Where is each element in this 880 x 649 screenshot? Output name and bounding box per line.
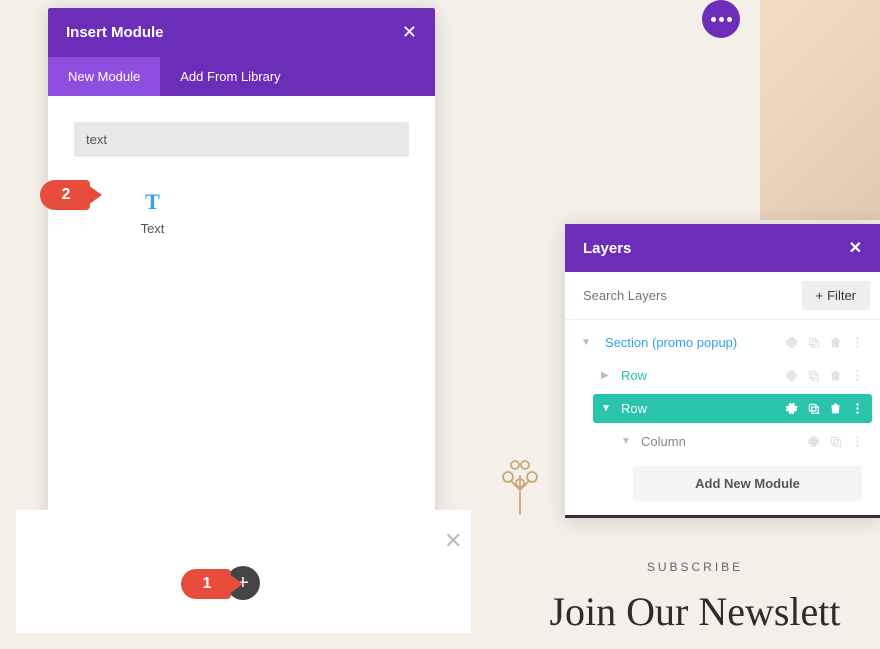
callout-marker-1: 1 [181,569,231,599]
chevron-down-icon[interactable]: ▼ [621,436,635,447]
dots-icon[interactable] [851,369,864,382]
tree-label: Section (promo popup) [605,335,785,350]
tree-label: Column [641,434,807,449]
gear-icon[interactable] [785,369,798,382]
layers-search-input[interactable] [575,280,794,311]
close-icon[interactable]: ✕ [849,238,862,258]
gear-icon[interactable] [785,402,798,415]
module-search-input[interactable] [74,122,409,157]
duplicate-icon[interactable] [807,402,820,415]
insert-module-panel: Insert Module ✕ New Module Add From Libr… [48,8,435,559]
background-image [760,0,880,220]
trash-icon[interactable] [829,369,842,382]
chevron-down-icon[interactable]: ▼ [601,403,615,414]
decoration-floral [490,455,550,515]
trash-icon[interactable] [829,336,842,349]
duplicate-icon[interactable] [807,369,820,382]
layers-header: Layers ✕ [565,224,880,272]
tab-new-module[interactable]: New Module [48,57,160,96]
tree-row-row-active[interactable]: ▼ Row [593,394,872,423]
chevron-down-icon[interactable]: ▼ [581,337,595,348]
newsletter-subtitle: SUBSCRIBE [510,560,880,574]
close-icon[interactable]: ✕ [444,528,462,554]
tree-label: Row [621,368,785,383]
tree-row-row[interactable]: ▶ Row [593,361,872,390]
tree-label: Row [621,401,785,416]
trash-icon[interactable] [829,402,842,415]
layers-title: Layers [583,240,631,257]
insert-module-tabs: New Module Add From Library [48,57,435,96]
tab-add-from-library[interactable]: Add From Library [160,57,300,96]
insert-module-header: Insert Module ✕ [48,8,435,57]
dots-icon[interactable] [851,435,864,448]
callout-marker-2: 2 [40,180,90,210]
gear-icon[interactable] [785,336,798,349]
tree-row-column[interactable]: ▼ Column [613,427,872,456]
newsletter-title: Join Our Newslett [510,588,880,635]
close-icon[interactable]: ✕ [402,22,417,43]
more-menu-button[interactable] [702,0,740,38]
add-module-button[interactable]: Add New Module [633,466,862,501]
dots-icon[interactable] [851,402,864,415]
tree-row-section[interactable]: ▼ Section (promo popup) [573,328,872,357]
module-item-label: Text [74,221,231,236]
filter-button[interactable]: + Filter [802,281,870,310]
duplicate-icon[interactable] [807,336,820,349]
plus-icon: + [816,288,824,303]
layers-toolbar: + Filter [565,272,880,320]
layers-tree: ▼ Section (promo popup) ▶ Row ▼ Row [565,320,880,515]
chevron-right-icon[interactable]: ▶ [601,370,615,381]
layers-panel: Layers ✕ + Filter ▼ Section (promo popup… [565,224,880,518]
filter-label: Filter [827,288,856,303]
newsletter-section: SUBSCRIBE Join Our Newslett [510,560,880,635]
gear-icon[interactable] [807,435,820,448]
duplicate-icon[interactable] [829,435,842,448]
dots-icon[interactable] [851,336,864,349]
insert-module-title: Insert Module [66,24,164,41]
